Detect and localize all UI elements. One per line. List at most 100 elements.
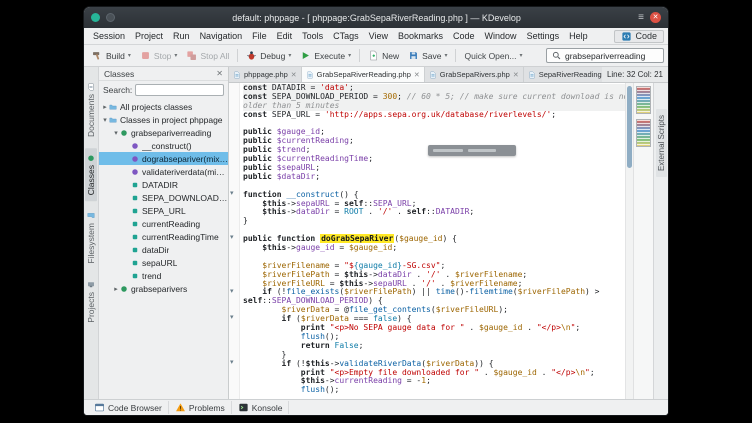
editor-tab-grabsepariverreading-php[interactable]: GrabSepaRiverReading.php✕ — [302, 67, 425, 82]
class-tree-item-datadir[interactable]: dataDir — [99, 243, 228, 256]
menu-code[interactable]: Code — [448, 30, 480, 42]
editor-tab-separiverreadinghistory-php[interactable]: SepaRiverReadingHistory.php✕ — [524, 67, 602, 82]
minimap-thumbnail[interactable] — [636, 119, 651, 147]
editor-minimap[interactable] — [633, 83, 653, 399]
sidebar-tab-projects[interactable]: Projects — [85, 275, 97, 329]
fold-marker-icon[interactable]: ▾ — [230, 359, 234, 368]
konsole-button[interactable]: Konsole — [232, 401, 290, 414]
fold-marker-icon[interactable]: ▾ — [230, 314, 234, 323]
fold-marker-icon[interactable]: ▾ — [230, 234, 234, 243]
close-icon[interactable]: ✕ — [513, 71, 519, 79]
code-token: "</p> — [537, 323, 561, 332]
pin-icon[interactable] — [106, 13, 115, 22]
stop-all-button[interactable]: Stop All — [182, 48, 233, 63]
editor-scrollbar[interactable] — [625, 83, 633, 399]
class-tree-item-validateriverdata-mixed[interactable]: validateriverdata(mixed) — [99, 165, 228, 178]
classes-search-label: Search: — [103, 85, 132, 95]
editor-tab-grabseparivers-php[interactable]: GrabSepaRivers.php✕ — [425, 67, 524, 82]
class-tree-item-currentreading[interactable]: currentReading — [99, 217, 228, 230]
scrollbar-thumb[interactable] — [627, 86, 632, 168]
menu-bookmarks[interactable]: Bookmarks — [393, 30, 448, 42]
menu-project[interactable]: Project — [130, 30, 168, 42]
menu-settings[interactable]: Settings — [522, 30, 565, 42]
tab-external-scripts[interactable]: External Scripts — [656, 109, 667, 177]
menu-navigation[interactable]: Navigation — [195, 30, 248, 42]
search-input[interactable] — [565, 51, 659, 61]
code-view[interactable]: const DATADIR = 'data';const SEPA_DOWNLO… — [240, 83, 625, 399]
problems-button[interactable]: Problems — [169, 401, 232, 414]
fold-marker-icon[interactable]: ▾ — [230, 190, 234, 199]
class-tree-item-classes-in-project-phppage[interactable]: ▾Classes in project phppage — [99, 113, 228, 126]
menu-run[interactable]: Run — [168, 30, 195, 42]
app-icon — [91, 13, 100, 22]
code-token: (); — [325, 332, 339, 341]
new-button[interactable]: New — [364, 48, 403, 63]
code-token: = — [330, 207, 344, 216]
panel-close-icon[interactable]: ✕ — [216, 69, 223, 78]
editor-popup — [428, 145, 516, 156]
menu-file[interactable]: File — [247, 30, 272, 42]
class-tree-item-grabseparivers[interactable]: ▸grabseparivers — [99, 282, 228, 295]
classes-search-input[interactable] — [135, 84, 224, 96]
code-token: file_get_contents — [349, 305, 431, 314]
class-tree-item-sepa-download-period[interactable]: SEPA_DOWNLOAD_PERIOD — [99, 191, 228, 204]
code-line-19[interactable]: $this->gauge_id = $gauge_id; — [243, 244, 625, 253]
phpfile-icon — [233, 71, 241, 79]
sidebar-tab-classes[interactable]: Classes — [85, 148, 97, 201]
class-tree-item-construct[interactable]: __construct() — [99, 139, 228, 152]
class-tree-item-sepaurl[interactable]: sepaURL — [99, 256, 228, 269]
toolbar-label: Save — [422, 51, 441, 61]
class-tree-item-dograbsepariver-mixed[interactable]: dograbsepariver(mixed) — [99, 152, 228, 165]
code-token — [243, 323, 301, 332]
menu-window[interactable]: Window — [480, 30, 522, 42]
sidebar-tab-documents[interactable]: Documents — [85, 77, 97, 143]
class-tree-item-datadir[interactable]: DATADIR — [99, 178, 228, 191]
expander-icon[interactable]: ▾ — [112, 129, 120, 137]
code-browser-button[interactable]: Code Browser — [88, 401, 169, 414]
save-button[interactable]: Save▾ — [404, 48, 451, 63]
class-tree-item-trend[interactable]: trend — [99, 269, 228, 282]
menu-session[interactable]: Session — [88, 30, 130, 42]
menu-view[interactable]: View — [364, 30, 393, 42]
menu-help[interactable]: Help — [564, 30, 593, 42]
close-icon[interactable]: ✕ — [291, 71, 297, 79]
menu-ctags[interactable]: CTags — [328, 30, 364, 42]
stop-button[interactable]: Stop▾ — [136, 48, 182, 63]
code-area[interactable]: const DATADIR = 'data';const SEPA_DOWNLO… — [240, 83, 625, 399]
expander-icon[interactable]: ▾ — [101, 116, 109, 124]
menu-edit[interactable]: Edit — [272, 30, 298, 42]
code-token: if — [282, 314, 292, 323]
code-line-16[interactable]: } — [243, 217, 625, 226]
class-tree-item-currentreadingtime[interactable]: currentReadingTime — [99, 230, 228, 243]
class-tree-item-sepa-url[interactable]: SEPA_URL — [99, 204, 228, 217]
minimap-thumbnail[interactable] — [636, 86, 651, 114]
build-button[interactable]: Build▾ — [88, 48, 135, 63]
play-icon — [300, 50, 311, 61]
code-area-button[interactable]: Code — [614, 30, 664, 43]
editor-tab-phppage-php[interactable]: phppage.php✕ — [229, 67, 302, 82]
code-token: ) { — [397, 314, 411, 323]
code-token: } — [243, 216, 248, 225]
code-token: {gauge_id} — [354, 261, 402, 270]
code-token: } — [243, 350, 286, 359]
titlebar-menu-icon[interactable]: ≡ — [638, 13, 644, 23]
class-tree-item-grabsepariverreading[interactable]: ▾grabsepariverreading — [99, 126, 228, 139]
quick-open-button[interactable]: Quick Open...▾ — [460, 49, 526, 63]
code-line-15[interactable]: $this->dataDir = ROOT . '/' . self::DATA… — [243, 208, 625, 217]
code-line-11[interactable]: public $dataDir; — [243, 173, 625, 182]
code-line-4[interactable]: const SEPA_URL = 'http://apps.sepa.org.u… — [243, 111, 625, 120]
titlebar[interactable]: default: phppage - [ phppage:GrabSepaRiv… — [84, 7, 668, 28]
code-line-30[interactable]: return False; — [243, 342, 625, 351]
code-line-35[interactable]: flush(); — [243, 386, 625, 395]
menu-tools[interactable]: Tools — [297, 30, 328, 42]
expander-icon[interactable]: ▸ — [101, 103, 109, 111]
class-tree-item-all-projects-classes[interactable]: ▸All projects classes — [99, 100, 228, 113]
execute-button[interactable]: Execute▾ — [296, 48, 355, 63]
sidebar-tab-filesystem[interactable]: Filesystem — [85, 206, 97, 270]
fold-gutter[interactable]: ▾ ▾ ▾ ▾ ▾ — [229, 83, 240, 399]
close-button[interactable]: ✕ — [650, 12, 661, 23]
close-icon[interactable]: ✕ — [414, 71, 420, 79]
debug-button[interactable]: Debug▾ — [242, 48, 295, 63]
fold-marker-icon[interactable]: ▾ — [230, 288, 234, 297]
expander-icon[interactable]: ▸ — [112, 285, 120, 293]
